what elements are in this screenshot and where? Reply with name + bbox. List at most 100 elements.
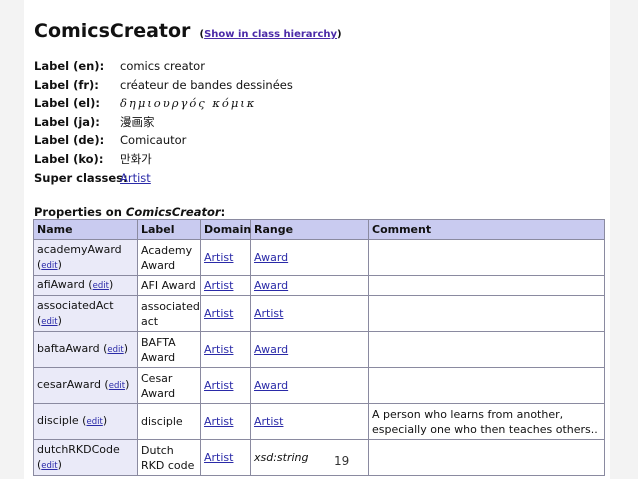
column-header-label[interactable]: Label — [137, 219, 201, 240]
property-label: associated act — [137, 295, 201, 332]
label-row-fr: Label (fr): créateur de bandes dessinées — [34, 76, 293, 95]
domain-cell: Artist — [200, 367, 251, 404]
comment-cell — [368, 439, 605, 476]
table-row: cesarAward (edit) Cesar Award Artist Awa… — [33, 367, 605, 404]
domain-cell: Artist — [200, 295, 251, 332]
domain-link[interactable]: Artist — [204, 279, 233, 292]
property-name-cell: dutchRKDCode (edit) — [33, 439, 138, 476]
column-header-domain[interactable]: Domain — [200, 219, 251, 240]
super-classes-key: Super classes: — [34, 170, 128, 185]
property-name: cesarAward — [37, 378, 101, 391]
label-value: Comicautor — [120, 133, 187, 148]
range-cell: Artist — [250, 295, 369, 332]
property-label: Dutch RKD code — [137, 439, 201, 476]
property-label: AFI Award — [137, 275, 201, 296]
domain-cell: Artist — [200, 403, 251, 440]
property-name-cell: disciple (edit) — [33, 403, 138, 440]
label-value: 만화가 — [120, 151, 152, 166]
property-name-cell: afiAward (edit) — [33, 275, 138, 296]
label-key: Label (fr): — [34, 77, 99, 92]
labels-list: Label (en): comics creator Label (fr): cré… — [34, 57, 293, 187]
label-key: Label (ko): — [34, 151, 104, 166]
title-row: ComicsCreator (Show in class hierarchy) — [34, 20, 342, 42]
property-name: dutchRKDCode — [37, 442, 120, 456]
table-header-row: Name Label Domain Range Comment — [33, 219, 605, 240]
range-link[interactable]: Artist — [254, 307, 283, 320]
hierarchy-link-wrapper: (Show in class hierarchy) — [199, 29, 342, 40]
domain-cell: Artist — [200, 439, 251, 476]
property-name: academyAward — [37, 242, 122, 256]
super-classes-row: Super classes:Artist — [34, 169, 293, 188]
label-value: δημιουργός κόμικ — [120, 96, 257, 111]
column-header-range[interactable]: Range — [250, 219, 369, 240]
label-row-el: Label (el): δημιουργός κόμικ — [34, 94, 293, 113]
comment-cell — [368, 331, 605, 368]
properties-heading: Properties on ComicsCreator: — [34, 205, 226, 219]
property-label: Cesar Award — [137, 367, 201, 404]
label-row-ko: Label (ko): 만화가 — [34, 150, 293, 169]
edit-link[interactable]: edit — [107, 345, 123, 355]
domain-cell: Artist — [200, 239, 251, 276]
property-name: disciple — [37, 414, 79, 427]
comment-cell — [368, 239, 605, 276]
column-header-name[interactable]: Name — [33, 219, 138, 240]
comment-cell — [368, 275, 605, 296]
column-header-comment[interactable]: Comment — [368, 219, 605, 240]
range-cell: Award — [250, 367, 369, 404]
page-title: ComicsCreator — [34, 20, 191, 42]
domain-link[interactable]: Artist — [204, 415, 233, 428]
edit-link[interactable]: edit — [41, 461, 57, 471]
range-link[interactable]: Award — [254, 279, 288, 292]
range-cell: xsd:string — [250, 439, 369, 476]
edit-link[interactable]: edit — [41, 261, 57, 271]
range-cell: Award — [250, 239, 369, 276]
properties-table: Name Label Domain Range Comment academyA… — [33, 219, 605, 476]
range-link[interactable]: Award — [254, 379, 288, 392]
domain-cell: Artist — [200, 331, 251, 368]
comment-cell — [368, 367, 605, 404]
edit-link[interactable]: edit — [93, 281, 109, 291]
domain-link[interactable]: Artist — [204, 307, 233, 320]
domain-cell: Artist — [200, 275, 251, 296]
table-row: dutchRKDCode (edit) Dutch RKD code Artist… — [33, 439, 605, 476]
edit-link[interactable]: edit — [109, 381, 125, 391]
table-row: disciple (edit) disciple Artist Artist A… — [33, 403, 605, 440]
property-label: disciple — [137, 403, 201, 440]
range-link[interactable]: Artist — [254, 415, 283, 428]
label-key: Label (en): — [34, 59, 105, 73]
range-link[interactable]: Award — [254, 251, 288, 264]
property-name: baftaAward — [37, 342, 100, 355]
domain-link[interactable]: Artist — [204, 343, 233, 356]
property-name-cell: cesarAward (edit) — [33, 367, 138, 404]
page: ComicsCreator (Show in class hierarchy) … — [24, 0, 610, 479]
range-link[interactable]: Award — [254, 343, 288, 356]
super-class-link[interactable]: Artist — [120, 171, 151, 185]
property-name-cell: academyAward (edit) — [33, 239, 138, 276]
range-cell: Award — [250, 275, 369, 296]
property-name: afiAward — [37, 278, 85, 291]
property-name-cell: associatedAct (edit) — [33, 295, 138, 332]
label-key: Label (de): — [34, 133, 105, 148]
range-cell: Artist — [250, 403, 369, 440]
label-row-de: Label (de): Comicautor — [34, 131, 293, 150]
page-number: 19 — [334, 454, 350, 468]
edit-link[interactable]: edit — [86, 417, 102, 427]
property-label: BAFTA Award — [137, 331, 201, 368]
label-value: 漫画家 — [120, 114, 155, 129]
label-row-en: Label (en): comics creator — [34, 57, 293, 76]
label-value: comics creator — [120, 59, 205, 73]
table-row: associatedAct (edit) associated act Artis… — [33, 295, 605, 332]
show-in-class-hierarchy-link[interactable]: Show in class hierarchy — [204, 29, 337, 40]
label-value: créateur de bandes dessinées — [120, 77, 293, 92]
table-row: baftaAward (edit) BAFTA Award Artist Awa… — [33, 331, 605, 368]
edit-link[interactable]: edit — [41, 317, 57, 327]
label-row-ja: Label (ja): 漫画家 — [34, 113, 293, 132]
comment-cell — [368, 295, 605, 332]
table-row: afiAward (edit) AFI Award Artist Award — [33, 275, 605, 296]
property-name-cell: baftaAward (edit) — [33, 331, 138, 368]
table-row: academyAward (edit) Academy Award Artist … — [33, 239, 605, 276]
domain-link[interactable]: Artist — [204, 251, 233, 264]
domain-link[interactable]: Artist — [204, 379, 233, 392]
domain-link[interactable]: Artist — [204, 451, 233, 464]
label-key: Label (ja): — [34, 114, 100, 129]
